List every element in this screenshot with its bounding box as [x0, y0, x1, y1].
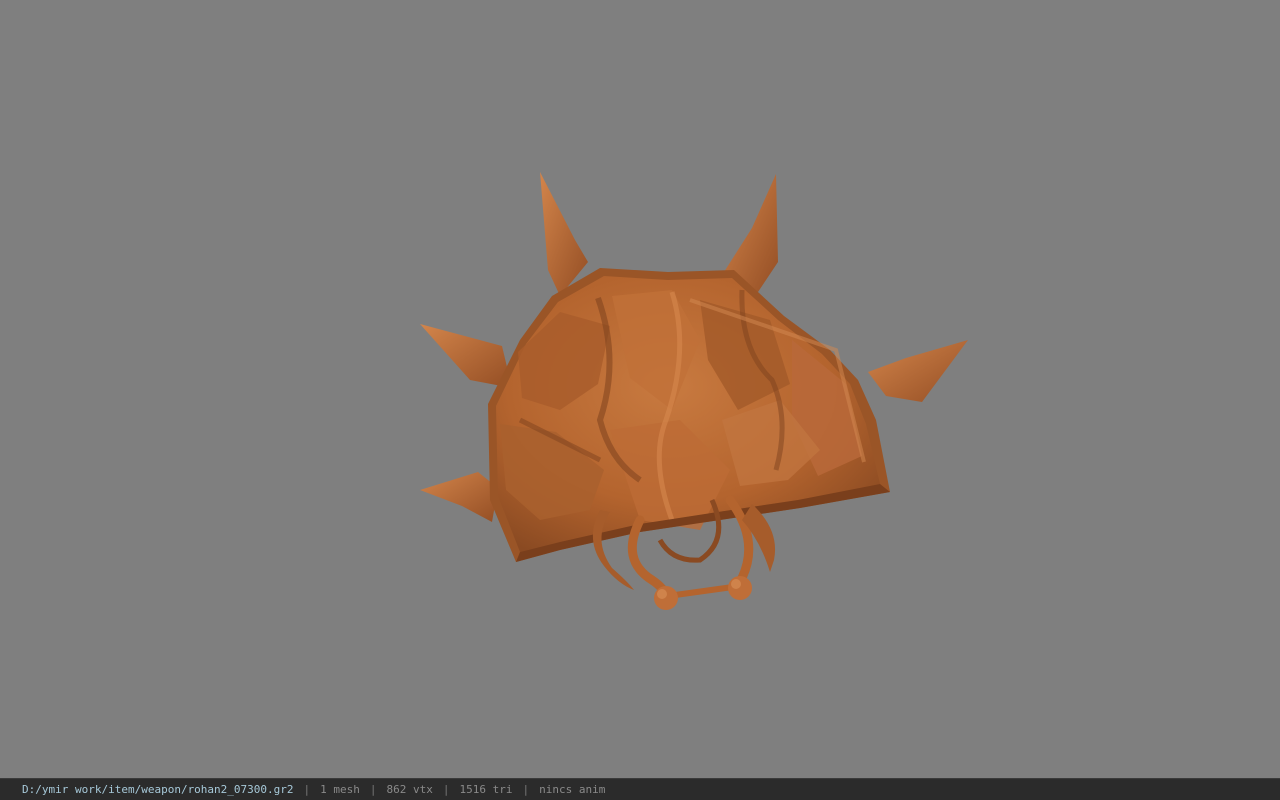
mesh-count: 1 mesh [320, 783, 360, 796]
triangle-count: 1516 tri [459, 783, 513, 796]
separator: | [522, 783, 530, 796]
animation-status: nincs anim [539, 783, 606, 796]
shield-mesh [420, 172, 968, 610]
model-render [420, 172, 968, 610]
file-path: D:/ymir work/item/weapon/rohan2_07300.gr… [22, 783, 294, 796]
spike-left [420, 324, 512, 388]
separator: | [369, 783, 377, 796]
separator: | [442, 783, 450, 796]
knob-right [728, 576, 752, 600]
status-bar: D:/ymir work/item/weapon/rohan2_07300.gr… [0, 778, 1280, 800]
spike-right [868, 340, 968, 402]
3d-viewport[interactable] [0, 0, 1280, 778]
knob-left [654, 586, 678, 610]
separator: | [303, 783, 311, 796]
spike-top-left [540, 172, 588, 296]
spike-bottom-left [420, 472, 498, 522]
vertex-count: 862 vtx [386, 783, 433, 796]
